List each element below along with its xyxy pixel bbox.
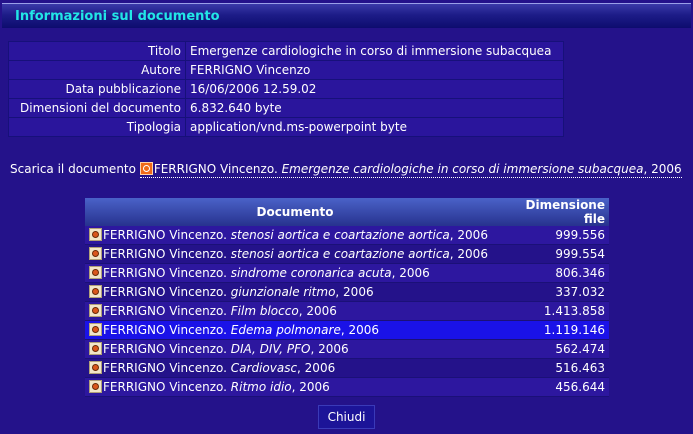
info-value: Emergenze cardiologiche in corso di imme… [185, 41, 564, 61]
info-value: application/vnd.ms-powerpoint byte [185, 117, 564, 137]
download-link[interactable]: FERRIGNO Vincenzo. Emergenze cardiologic… [139, 162, 682, 178]
file-author: FERRIGNO Vincenzo. [103, 380, 227, 394]
info-label: Data pubblicazione [8, 79, 186, 99]
file-cell[interactable]: FERRIGNO Vincenzo. stenosi aortica e coa… [85, 226, 505, 245]
file-title: Edema polmonare [230, 323, 341, 337]
table-row: FERRIGNO Vincenzo. giunzionale ritmo, 20… [85, 282, 609, 302]
file-title: giunzionale ritmo [230, 285, 336, 299]
title-bar: Informazioni sul documento [2, 3, 691, 28]
table-row: FERRIGNO Vincenzo. Cardiovasc, 2006 516.… [85, 358, 609, 378]
file-author: FERRIGNO Vincenzo. [103, 228, 227, 242]
powerpoint-icon [89, 228, 102, 241]
file-author: FERRIGNO Vincenzo. [103, 323, 227, 337]
file-year: , 2006 [335, 285, 374, 299]
powerpoint-icon [89, 380, 102, 393]
table-row: FERRIGNO Vincenzo. stenosi aortica e coa… [85, 226, 609, 245]
info-label: Autore [8, 60, 186, 80]
file-size: 999.556 [505, 226, 609, 245]
file-author: FERRIGNO Vincenzo. [103, 342, 227, 356]
file-year: , 2006 [298, 304, 337, 318]
file-title: sindrome coronarica acuta [230, 266, 392, 280]
file-cell[interactable]: FERRIGNO Vincenzo. sindrome coronarica a… [85, 263, 505, 283]
file-year: , 2006 [391, 266, 430, 280]
table-row: FERRIGNO Vincenzo. Film blocco, 2006 1.4… [85, 301, 609, 321]
info-row: Data pubblicazione 16/06/2006 12.59.02 [8, 79, 564, 99]
file-size: 1.413.858 [505, 301, 609, 321]
powerpoint-icon [89, 361, 102, 374]
info-label: Tipologia [8, 117, 186, 137]
download-year: , 2006 [643, 162, 682, 176]
file-size: 806.346 [505, 263, 609, 283]
close-button[interactable]: Chiudi [318, 405, 375, 429]
file-year: , 2006 [310, 342, 349, 356]
column-header-document: Documento [85, 198, 505, 226]
file-size: 1.119.146 [505, 320, 609, 340]
file-author: FERRIGNO Vincenzo. [103, 304, 227, 318]
file-title: stenosi aortica e coartazione aortica [230, 228, 450, 242]
download-title: Emergenze cardiologiche in corso di imme… [281, 162, 644, 176]
file-cell[interactable]: FERRIGNO Vincenzo. Edema polmonare, 2006 [85, 320, 505, 340]
table-row-highlighted: FERRIGNO Vincenzo. Edema polmonare, 2006… [85, 320, 609, 340]
file-author: FERRIGNO Vincenzo. [103, 361, 227, 375]
table-row: FERRIGNO Vincenzo. DIA, DIV, PFO, 2006 5… [85, 339, 609, 359]
info-row: Dimensioni del documento 6.832.640 byte [8, 98, 564, 118]
file-title: Cardiovasc [230, 361, 298, 375]
file-size: 999.554 [505, 244, 609, 264]
powerpoint-icon [89, 342, 102, 355]
table-row: FERRIGNO Vincenzo. stenosi aortica e coa… [85, 244, 609, 264]
file-title: Film blocco [230, 304, 299, 318]
powerpoint-icon [89, 266, 102, 279]
info-label: Titolo [8, 41, 186, 61]
file-cell[interactable]: FERRIGNO Vincenzo. DIA, DIV, PFO, 2006 [85, 339, 505, 359]
file-author: FERRIGNO Vincenzo. [103, 247, 227, 261]
file-author: FERRIGNO Vincenzo. [103, 266, 227, 280]
file-year: , 2006 [291, 380, 330, 394]
download-line: Scarica il documento FERRIGNO Vincenzo. … [10, 162, 682, 178]
file-size: 562.474 [505, 339, 609, 359]
page-title: Informazioni sul documento [15, 9, 220, 24]
file-cell[interactable]: FERRIGNO Vincenzo. stenosi aortica e coa… [85, 244, 505, 264]
file-cell[interactable]: FERRIGNO Vincenzo. Film blocco, 2006 [85, 301, 505, 321]
file-author: FERRIGNO Vincenzo. [103, 285, 227, 299]
powerpoint-icon [89, 247, 102, 260]
file-year: , 2006 [449, 228, 488, 242]
file-cell[interactable]: FERRIGNO Vincenzo. Ritmo idio, 2006 [85, 377, 505, 397]
download-prefix: Scarica il documento [10, 162, 136, 176]
powerpoint-icon [89, 323, 102, 336]
column-header-size: Dimensione file [505, 198, 609, 226]
table-row: FERRIGNO Vincenzo. Ritmo idio, 2006 456.… [85, 377, 609, 397]
info-row: Autore FERRIGNO Vincenzo [8, 60, 564, 80]
file-size: 456.644 [505, 377, 609, 397]
file-size: 337.032 [505, 282, 609, 302]
file-year: , 2006 [340, 323, 379, 337]
file-title: DIA, DIV, PFO [230, 342, 311, 356]
file-size: 516.463 [505, 358, 609, 378]
info-row: Titolo Emergenze cardiologiche in corso … [8, 41, 564, 61]
file-title: Ritmo idio [230, 380, 292, 394]
files-header-row: Documento Dimensione file [85, 198, 609, 226]
file-title: stenosi aortica e coartazione aortica [230, 247, 450, 261]
document-info-table: Titolo Emergenze cardiologiche in corso … [8, 41, 564, 137]
info-label: Dimensioni del documento [8, 98, 186, 118]
file-cell[interactable]: FERRIGNO Vincenzo. Cardiovasc, 2006 [85, 358, 505, 378]
file-year: , 2006 [297, 361, 336, 375]
table-row: FERRIGNO Vincenzo. sindrome coronarica a… [85, 263, 609, 283]
powerpoint-icon [89, 304, 102, 317]
info-row: Tipologia application/vnd.ms-powerpoint … [8, 117, 564, 137]
powerpoint-icon [139, 162, 153, 175]
files-table: Documento Dimensione file FERRIGNO Vince… [85, 198, 609, 397]
info-value: 16/06/2006 12.59.02 [185, 79, 564, 99]
download-author: FERRIGNO Vincenzo. [153, 162, 278, 176]
info-value: FERRIGNO Vincenzo [185, 60, 564, 80]
info-value: 6.832.640 byte [185, 98, 564, 118]
file-cell[interactable]: FERRIGNO Vincenzo. giunzionale ritmo, 20… [85, 282, 505, 302]
file-year: , 2006 [449, 247, 488, 261]
powerpoint-icon [89, 285, 102, 298]
